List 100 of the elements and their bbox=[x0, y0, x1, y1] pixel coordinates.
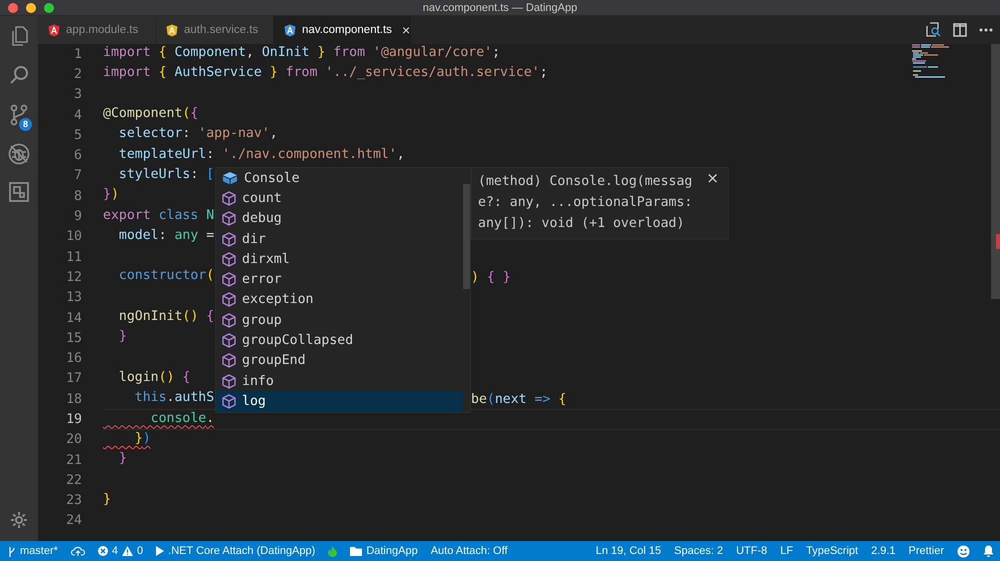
settings-icon[interactable] bbox=[10, 511, 28, 529]
line-number: 15 bbox=[65, 330, 82, 346]
suggestion-item[interactable]: Console bbox=[216, 168, 463, 188]
line-number: 19 bbox=[65, 412, 82, 427]
formatter-status[interactable]: Prettier bbox=[908, 545, 944, 557]
error-icon[interactable] bbox=[98, 546, 108, 556]
suggestion-item[interactable]: groupCollapsed bbox=[216, 330, 463, 351]
indentation-status[interactable]: Spaces: 2 bbox=[674, 545, 724, 557]
line-number: 20 bbox=[65, 432, 82, 448]
line-number: 7 bbox=[73, 168, 82, 184]
auto-attach-status[interactable]: Auto Attach: Off bbox=[430, 545, 508, 557]
suggestion-item[interactable]: count bbox=[216, 188, 463, 209]
line-number: 12 bbox=[65, 270, 82, 285]
code-line: } bbox=[118, 450, 127, 468]
suggestion-item[interactable]: dir bbox=[216, 228, 463, 250]
line-number: 4 bbox=[73, 108, 82, 123]
cube-icon bbox=[222, 190, 236, 206]
code-line: styleUrls: [ bbox=[118, 166, 214, 184]
suggestion-item[interactable]: group bbox=[216, 310, 463, 330]
maximize-window-icon[interactable] bbox=[44, 2, 54, 12]
encoding-status[interactable]: UTF-8 bbox=[736, 545, 768, 557]
code-line: import { Component, OnInit } from '@angular/core'; bbox=[103, 44, 500, 62]
method-signature: (method) Console.log(message?: any, ...optionalParams: any[]): void (+1 overload) bbox=[478, 173, 692, 233]
cloud-upload-icon[interactable] bbox=[70, 546, 85, 556]
preview-search-icon[interactable] bbox=[925, 22, 941, 38]
line-number: 8 bbox=[73, 188, 82, 204]
typescript-version[interactable]: 2.9.1 bbox=[871, 545, 896, 557]
cube-icon bbox=[222, 232, 236, 247]
play-icon[interactable] bbox=[156, 546, 164, 556]
code-line: export class N bbox=[103, 206, 214, 225]
search-icon[interactable] bbox=[9, 65, 29, 85]
notification-badge: 8 bbox=[19, 118, 32, 131]
line-number: 9 bbox=[73, 209, 82, 224]
cube-icon bbox=[222, 211, 236, 226]
suggestion-item[interactable]: exception bbox=[216, 290, 463, 310]
code-line: }) bbox=[103, 186, 119, 204]
smiley-icon[interactable] bbox=[957, 544, 970, 558]
warning-icon[interactable] bbox=[122, 546, 134, 556]
files-icon[interactable] bbox=[10, 26, 28, 46]
code-line: ) { } bbox=[471, 270, 511, 285]
branch-status[interactable]: master* bbox=[20, 545, 58, 557]
line-number: 13 bbox=[65, 290, 82, 306]
line-number: 17 bbox=[65, 371, 82, 386]
cursor-position[interactable]: Ln 19, Col 15 bbox=[596, 545, 662, 557]
code-line: be(next => { bbox=[471, 392, 566, 407]
cube-icon bbox=[222, 292, 236, 308]
code-line: constructor( bbox=[118, 267, 214, 286]
suggestion-item[interactable]: dirxml bbox=[216, 249, 463, 270]
suggestion-item[interactable]: debug bbox=[216, 208, 463, 229]
code-line: } bbox=[103, 490, 111, 509]
line-number: 2 bbox=[73, 66, 82, 82]
line-number: 10 bbox=[65, 229, 82, 244]
debug-configuration[interactable]: .NET Core Attach (DatingApp) bbox=[168, 545, 316, 557]
code-line: login() { bbox=[118, 368, 190, 387]
workspace-folder[interactable]: DatingApp bbox=[366, 545, 418, 557]
class-icon bbox=[222, 171, 238, 186]
line-number: 23 bbox=[65, 493, 82, 508]
code-line: @Component({ bbox=[103, 105, 198, 124]
folder-icon[interactable] bbox=[350, 546, 362, 556]
line-number: 16 bbox=[65, 351, 82, 366]
line-number: 14 bbox=[65, 310, 82, 326]
line-number: 5 bbox=[73, 128, 82, 143]
minimize-window-icon[interactable] bbox=[26, 2, 36, 12]
code-line: } bbox=[118, 328, 127, 346]
close-button[interactable]: × bbox=[706, 168, 719, 189]
editor-tab[interactable]: app.module.ts bbox=[38, 16, 156, 44]
code-line: this.authS bbox=[134, 389, 214, 408]
more-icon[interactable] bbox=[979, 28, 993, 32]
cube-icon bbox=[222, 374, 236, 389]
suggestion-item[interactable]: groupEnd bbox=[216, 350, 463, 371]
window-title: nav.component.ts — DatingApp bbox=[422, 2, 578, 14]
code-line: selector: 'app-nav', bbox=[118, 125, 278, 144]
cube-icon bbox=[222, 272, 236, 288]
code-line: import { AuthService } from '../_services/auth.service'; bbox=[103, 64, 548, 82]
close-tab-button[interactable]: × bbox=[402, 22, 410, 38]
cube-icon bbox=[222, 394, 236, 409]
bug-icon[interactable] bbox=[8, 143, 30, 165]
suggestion-item[interactable]: info bbox=[216, 370, 463, 392]
suggestion-item[interactable]: error bbox=[216, 269, 463, 290]
split-editor-icon[interactable] bbox=[953, 23, 967, 37]
scrollbar-thumb[interactable] bbox=[463, 184, 470, 289]
suggestion-item[interactable]: log bbox=[216, 391, 463, 412]
close-window-icon[interactable] bbox=[8, 2, 18, 12]
language-mode[interactable]: TypeScript bbox=[806, 545, 858, 557]
editor-tab[interactable]: auth.service.ts bbox=[156, 16, 274, 44]
error-count[interactable]: 4 bbox=[112, 545, 118, 557]
line-number: 1 bbox=[73, 46, 82, 62]
line-ending-status[interactable]: LF bbox=[780, 545, 794, 557]
line-number: 21 bbox=[65, 452, 82, 468]
bell-icon[interactable] bbox=[983, 545, 994, 557]
code-line: model: any = bbox=[118, 226, 214, 245]
extensions-icon[interactable] bbox=[9, 182, 29, 202]
line-number: 18 bbox=[65, 392, 82, 407]
editor-tab[interactable]: nav.component.ts × bbox=[274, 16, 412, 44]
warning-count[interactable]: 0 bbox=[137, 545, 144, 557]
branch-icon[interactable] bbox=[8, 546, 16, 556]
line-number: 22 bbox=[65, 472, 82, 488]
cube-icon bbox=[222, 252, 236, 267]
cube-icon bbox=[222, 333, 236, 348]
source-control-icon[interactable] bbox=[10, 104, 28, 126]
